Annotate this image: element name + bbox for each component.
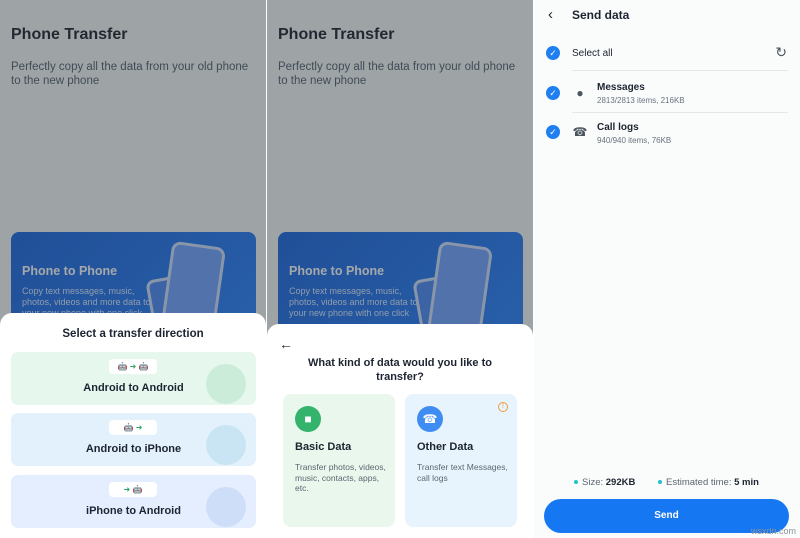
back-arrow-icon[interactable]: ← bbox=[279, 336, 293, 352]
top-bar: ‹ Send data bbox=[534, 0, 800, 30]
direction-android-to-iphone[interactable]: 🤖 ➜ Android to iPhone bbox=[11, 413, 256, 466]
apple-android-icon: ➜ 🤖 bbox=[109, 482, 157, 497]
watermark: wsxdn.com bbox=[750, 526, 796, 536]
time-value: 5 min bbox=[734, 477, 759, 488]
phone-icon: ☎ bbox=[572, 125, 588, 139]
item-subtitle: 940/940 items, 76KB bbox=[597, 136, 672, 145]
time-info: Estimated time: 5 min bbox=[658, 477, 759, 488]
phone-call-icon: ☎ bbox=[417, 406, 443, 432]
folder-icon: ■ bbox=[295, 406, 321, 432]
item-subtitle: 2813/2813 items, 216KB bbox=[597, 96, 685, 105]
direction-iphone-to-android[interactable]: ➜ 🤖 iPhone to Android bbox=[11, 475, 256, 528]
android-decor-icon bbox=[206, 425, 246, 465]
send-data-screen: ‹ Send data ✓ Select all ↻ ✓ ● Messages … bbox=[534, 0, 800, 538]
data-kind-screen: Phone Transfer Perfectly copy all the da… bbox=[267, 0, 533, 538]
message-bubble-icon: ● bbox=[576, 86, 584, 100]
android-apple-icon: 🤖 ➜ bbox=[109, 420, 157, 435]
card-title: Other Data bbox=[417, 441, 474, 453]
card-description: Transfer photos, videos, music, contacts… bbox=[295, 462, 386, 493]
direction-android-to-android[interactable]: 🤖 ➜ 🤖 Android to Android bbox=[11, 352, 256, 405]
transfer-direction-screen: Phone Transfer Perfectly copy all the da… bbox=[0, 0, 266, 538]
screen-header: Send data bbox=[572, 8, 630, 22]
messages-checkbox[interactable]: ✓ bbox=[546, 86, 560, 100]
select-all-checkbox[interactable]: ✓ bbox=[546, 46, 560, 60]
divider bbox=[572, 70, 788, 71]
bottom-sheet: ← What kind of data would you like to tr… bbox=[267, 324, 533, 538]
card-description: Transfer text Messages, call logs bbox=[417, 462, 508, 483]
time-label: Estimated time: bbox=[666, 477, 732, 488]
dot-icon bbox=[574, 480, 578, 485]
android-android-icon: 🤖 ➜ 🤖 bbox=[109, 359, 157, 374]
item-title: Messages bbox=[597, 82, 645, 93]
android-decor-icon bbox=[206, 364, 246, 404]
info-warning-icon[interactable]: ! bbox=[498, 402, 508, 412]
sheet-title: Select a transfer direction bbox=[62, 328, 204, 340]
sheet-question: What kind of data would you like to tran… bbox=[308, 357, 492, 383]
refresh-icon[interactable]: ↻ bbox=[775, 44, 787, 61]
size-label: Size: bbox=[582, 477, 604, 488]
dot-icon bbox=[658, 480, 662, 485]
basic-data-card[interactable]: ■ Basic Data Transfer photos, videos, mu… bbox=[283, 394, 395, 527]
call-logs-checkbox[interactable]: ✓ bbox=[546, 125, 560, 139]
back-chevron-icon[interactable]: ‹ bbox=[548, 6, 553, 23]
size-value: 292KB bbox=[605, 477, 636, 488]
other-data-card[interactable]: ☎ ! Other Data Transfer text Messages, c… bbox=[405, 394, 517, 527]
apple-decor-icon bbox=[206, 487, 246, 527]
divider bbox=[572, 112, 788, 113]
card-title: Basic Data bbox=[295, 441, 352, 453]
size-info: Size: 292KB bbox=[574, 477, 635, 488]
select-all-label: Select all bbox=[572, 48, 613, 59]
item-title: Call logs bbox=[597, 122, 639, 133]
